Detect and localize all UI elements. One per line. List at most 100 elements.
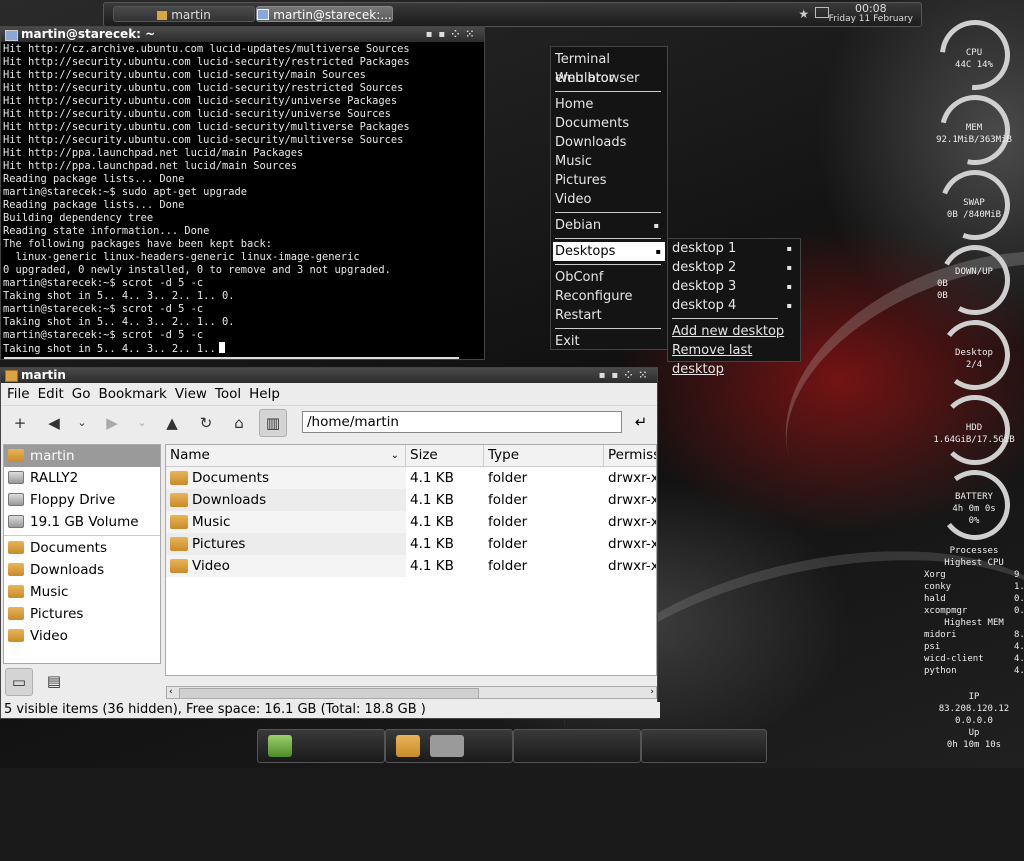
uptime-value: 0h 10m 10s: [946, 740, 1002, 750]
table-row[interactable]: Music 4.1 KB folder drwxr-xr-: [166, 511, 656, 533]
terminal-line: Taking shot in 5.. 4.. 3.. 2.. 1..: [3, 343, 216, 355]
bookmark-star-icon[interactable]: ★: [798, 7, 809, 21]
place-item-martin[interactable]: martin: [4, 445, 160, 467]
app-launcher-icon[interactable]: [268, 735, 292, 757]
file-list[interactable]: Name ⌄ Size Type Permiss Documents 4.1 KB…: [165, 444, 657, 676]
menu-item-pictures[interactable]: Pictures: [555, 171, 663, 190]
process-row: xcompmgr 0.: [924, 605, 1024, 617]
close-icon[interactable]: ⁙: [466, 29, 480, 40]
menu-item-restart[interactable]: Restart: [555, 306, 663, 325]
iconify-icon[interactable]: ▪▪: [426, 29, 452, 40]
terminal-output[interactable]: Hit http://cz.archive.ubuntu.com lucid-u…: [1, 42, 484, 359]
iconify-icon[interactable]: ▪▪: [599, 370, 625, 381]
panel-taskbar-segment: [385, 729, 513, 763]
scroll-right-icon[interactable]: ›: [650, 687, 654, 697]
terminal-titlebar[interactable]: martin@starecek: ~ ▪▪⁘⁙: [1, 27, 484, 42]
bookmark-item-documents[interactable]: Documents: [4, 537, 160, 559]
menubar: File Edit Go Bookmark View Tool Help: [1, 383, 657, 405]
menu-item-label: Video: [555, 192, 592, 207]
menu-item-label: Reconfigure: [555, 289, 633, 304]
panel-segment: [641, 729, 767, 763]
home-folder-icon: [8, 449, 24, 462]
menu-item-desktop-1[interactable]: desktop 1 ▪: [672, 239, 796, 258]
place-item-rally2[interactable]: RALLY2: [4, 467, 160, 489]
place-item-19-1-gb-volume[interactable]: 19.1 GB Volume: [4, 511, 160, 533]
back-icon[interactable]: ◀: [43, 412, 65, 434]
menu-item-remove-desktop[interactable]: Remove last desktop: [672, 341, 796, 377]
column-header-name[interactable]: Name ⌄: [166, 445, 406, 466]
file-manager-icon[interactable]: [396, 735, 420, 757]
clock[interactable]: 00:08 Friday 11 February: [829, 3, 913, 25]
terminal-window[interactable]: martin@starecek: ~ ▪▪⁘⁙ Hit http://cz.ar…: [0, 26, 485, 360]
menu-go[interactable]: Go: [72, 386, 91, 402]
file-manager-titlebar[interactable]: martin ▪▪⁘⁙: [1, 368, 657, 383]
menu-item-exit[interactable]: Exit: [555, 332, 663, 351]
menu-item-home[interactable]: Home: [555, 95, 663, 114]
menu-item-obconf[interactable]: ObConf: [555, 268, 663, 287]
menu-item-add-desktop[interactable]: Add new desktop: [672, 322, 796, 341]
menu-item-video[interactable]: Video: [555, 190, 663, 209]
column-header-permissions[interactable]: Permiss: [604, 445, 656, 466]
terminal-line: Reading state information... Done: [3, 225, 210, 237]
path-input[interactable]: /home/martin: [302, 411, 622, 433]
forward-history-icon[interactable]: ⌄: [131, 412, 153, 434]
menu-item-debian[interactable]: Debian ▪: [555, 216, 663, 235]
menu-item-desktop-4[interactable]: desktop 4 ▪: [672, 296, 796, 315]
side-pane-icon[interactable]: ▥: [259, 409, 287, 437]
scrollbar-thumb[interactable]: [179, 688, 479, 699]
menu-help[interactable]: Help: [249, 386, 280, 402]
table-row[interactable]: Video 4.1 KB folder drwxr-xr-: [166, 555, 656, 577]
places-view-icon[interactable]: ▭: [5, 668, 33, 696]
menu-item-desktops[interactable]: Desktops ▪: [553, 242, 665, 261]
menu-file[interactable]: File: [7, 386, 30, 402]
menu-item-terminal-emulator[interactable]: Terminal emulator: [555, 50, 663, 86]
cell-name: Pictures: [166, 533, 406, 555]
terminal-scrollbar[interactable]: [4, 357, 459, 359]
close-icon[interactable]: ⁙: [639, 370, 653, 381]
bookmark-item-pictures[interactable]: Pictures: [4, 603, 160, 625]
menu-bookmark[interactable]: Bookmark: [98, 386, 166, 402]
forward-icon[interactable]: ▶: [101, 412, 123, 434]
cell-permissions: drwxr-xr-: [608, 514, 656, 530]
taskbar-item-file-manager[interactable]: martin: [113, 6, 255, 22]
menu-item-documents[interactable]: Documents: [555, 114, 663, 133]
place-item-floppy-drive[interactable]: Floppy Drive: [4, 489, 160, 511]
menu-item-web-browser[interactable]: Web browser: [555, 69, 663, 88]
up-icon[interactable]: ▲: [161, 412, 183, 434]
menu-item-downloads[interactable]: Downloads: [555, 133, 663, 152]
reload-icon[interactable]: ↻: [195, 412, 217, 434]
menu-item-label: Exit: [555, 334, 580, 349]
column-header-type[interactable]: Type: [484, 445, 604, 466]
taskbar-item-terminal[interactable]: martin@starecek:...: [256, 6, 393, 22]
bookmark-item-downloads[interactable]: Downloads: [4, 559, 160, 581]
table-row[interactable]: Documents 4.1 KB folder drwxr-xr-: [166, 467, 656, 489]
horizontal-scrollbar[interactable]: ‹ ›: [166, 686, 657, 699]
scroll-left-icon[interactable]: ‹: [169, 687, 173, 697]
menu-item-desktop-2[interactable]: desktop 2 ▪: [672, 258, 796, 277]
bookmark-item-music[interactable]: Music: [4, 581, 160, 603]
side-pane[interactable]: martin RALLY2 Floppy Drive 19.1 GB Volume Do…: [3, 444, 161, 664]
sort-chevron-down-icon: ⌄: [390, 450, 399, 461]
menu-edit[interactable]: Edit: [38, 386, 64, 402]
table-row[interactable]: Downloads 4.1 KB folder drwxr-xr-: [166, 489, 656, 511]
menu-item-desktop-3[interactable]: desktop 3 ▪: [672, 277, 796, 296]
terminal-line: Hit http://security.ubuntu.com lucid-sec…: [3, 69, 366, 81]
menu-tool[interactable]: Tool: [215, 386, 241, 402]
network-icon[interactable]: [815, 7, 829, 18]
terminal-window-icon[interactable]: [430, 735, 464, 757]
home-icon[interactable]: ⌂: [228, 412, 250, 434]
maximize-icon[interactable]: ⁘: [451, 29, 465, 40]
table-row[interactable]: Pictures 4.1 KB folder drwxr-xr-: [166, 533, 656, 555]
menu-view[interactable]: View: [175, 386, 207, 402]
menu-item-music[interactable]: Music: [555, 152, 663, 171]
bookmark-item-video[interactable]: Video: [4, 625, 160, 647]
go-icon[interactable]: ↵: [631, 412, 651, 432]
menu-item-reconfigure[interactable]: Reconfigure: [555, 287, 663, 306]
new-tab-icon[interactable]: +: [9, 412, 31, 434]
back-history-icon[interactable]: ⌄: [71, 412, 93, 434]
ip-value: 83.208.120.12: [938, 704, 1010, 714]
terminal-line: linux-generic linux-headers-generic linu…: [3, 251, 360, 263]
maximize-icon[interactable]: ⁘: [624, 370, 638, 381]
column-header-size[interactable]: Size: [406, 445, 484, 466]
directory-tree-icon[interactable]: ▤: [41, 668, 67, 694]
